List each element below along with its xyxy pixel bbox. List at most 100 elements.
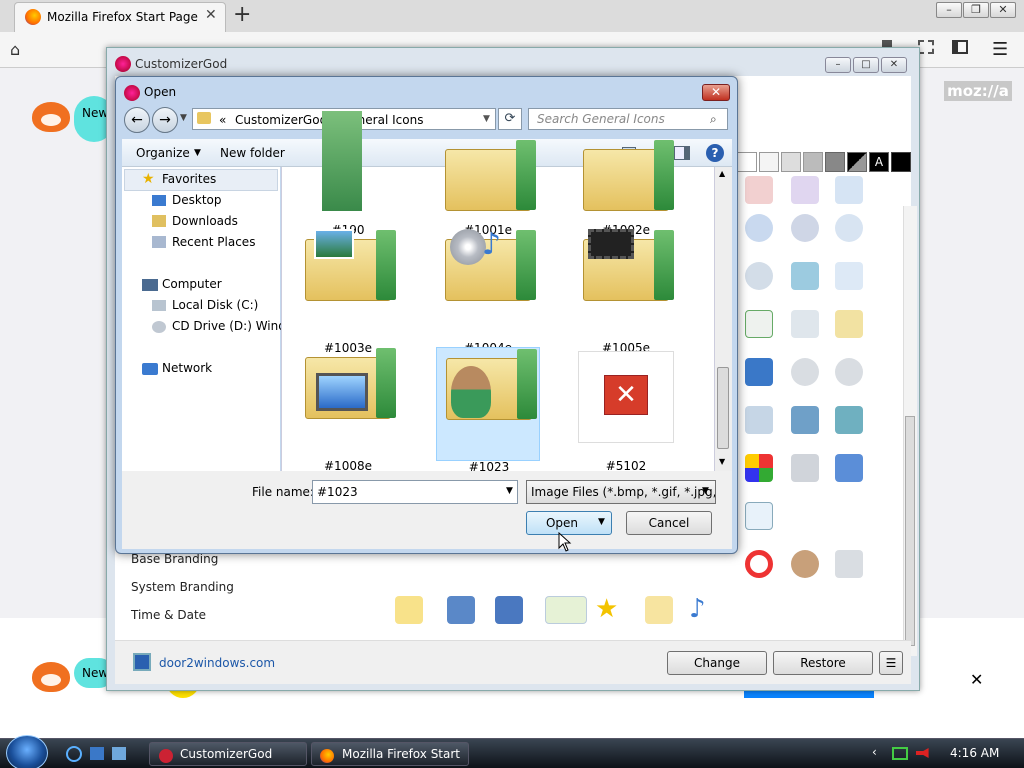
switch-windows-icon[interactable] — [112, 747, 126, 760]
icon-computer[interactable] — [447, 596, 475, 624]
file-list-scrollbar[interactable]: ▲ ▼ — [714, 167, 732, 471]
new-folder-button[interactable]: New folder — [220, 146, 285, 160]
icon-font[interactable] — [745, 176, 773, 204]
snippet-close-icon[interactable]: ✕ — [970, 670, 983, 689]
icon-laptop[interactable] — [745, 502, 773, 530]
icon-lock-network[interactable] — [835, 550, 863, 578]
icon-bookmark[interactable] — [645, 596, 673, 624]
icon-music[interactable]: ♪ — [689, 594, 706, 624]
icon-star[interactable]: ★ — [595, 594, 618, 624]
snippet-button[interactable] — [744, 690, 874, 698]
swatch-dark-grey[interactable] — [825, 152, 845, 172]
icon-opera-document[interactable] — [745, 310, 773, 338]
nav-computer[interactable]: Computer — [162, 277, 222, 291]
icon-help-disc[interactable] — [745, 262, 773, 290]
file-type-select[interactable]: Image Files (*.bmp, *.gif, *.jpg, — [526, 480, 716, 504]
help-icon[interactable]: ? — [706, 144, 724, 162]
icon-font-settings[interactable] — [791, 176, 819, 204]
clock[interactable]: 4:16 AM — [950, 746, 999, 760]
swatch-light[interactable] — [759, 152, 779, 172]
taskbar-item-firefox[interactable]: Mozilla Firefox Start ... — [311, 742, 469, 766]
breadcrumb-overflow[interactable]: « — [219, 113, 226, 127]
close-button[interactable]: ✕ — [990, 2, 1016, 18]
icon-dvd-r[interactable] — [791, 358, 819, 386]
icon-font-color[interactable] — [835, 176, 863, 204]
tray-chevron-icon[interactable]: ‹ — [872, 745, 877, 759]
scroll-down-icon[interactable]: ▼ — [719, 457, 725, 466]
icon-remote-display[interactable] — [835, 454, 863, 482]
minimize-button[interactable]: – — [936, 2, 962, 18]
nav-desktop[interactable]: Desktop — [172, 193, 222, 207]
tab-close-icon[interactable]: ✕ — [205, 7, 217, 23]
category-time-date[interactable]: Time & Date — [131, 608, 206, 622]
nav-recent-places[interactable]: Recent Places — [172, 235, 255, 249]
maximize-button[interactable]: ❐ — [963, 2, 989, 18]
file-item[interactable]: #1005e — [574, 229, 678, 355]
maximize-button[interactable]: □ — [853, 57, 879, 73]
swatch-white[interactable] — [737, 152, 757, 172]
nav-favorites[interactable]: Favorites — [162, 172, 216, 186]
icon-security-shield[interactable] — [745, 454, 773, 482]
icon-grid-scrollbar[interactable] — [903, 206, 917, 656]
category-system-branding[interactable]: System Branding — [131, 580, 234, 594]
file-name-dropdown-icon[interactable]: ▼ — [506, 486, 513, 496]
file-type-dropdown-icon[interactable]: ▼ — [702, 486, 709, 496]
new-tab-button[interactable]: + — [233, 2, 251, 27]
dialog-close-button[interactable]: ✕ — [702, 84, 730, 101]
menu-icon[interactable]: ☰ — [992, 39, 1008, 60]
icon-dvd-rw[interactable] — [835, 358, 863, 386]
scroll-up-icon[interactable]: ▲ — [719, 169, 725, 178]
file-item[interactable]: ♪ #1004e — [436, 227, 540, 355]
file-item[interactable]: #1001e — [436, 111, 540, 237]
icon-cd-audio[interactable] — [835, 214, 863, 242]
icon-user[interactable] — [791, 550, 819, 578]
menu-button[interactable]: ☰ — [879, 651, 903, 675]
icon-image[interactable] — [545, 596, 587, 624]
file-item[interactable]: #190 — [296, 111, 400, 237]
sidebar-icon[interactable] — [952, 40, 968, 54]
swatch-grey[interactable] — [803, 152, 823, 172]
icon-download-book[interactable] — [835, 406, 863, 434]
icon-printer-scan[interactable] — [791, 454, 819, 482]
cancel-button[interactable]: Cancel — [626, 511, 712, 535]
forward-arrow-icon[interactable]: → — [152, 107, 178, 133]
start-button[interactable] — [6, 735, 48, 768]
back-arrow-icon[interactable]: ← — [124, 107, 150, 133]
network-tray-icon[interactable] — [892, 747, 908, 760]
volume-tray-icon[interactable] — [916, 748, 929, 758]
scrollbar-thumb[interactable] — [717, 367, 729, 449]
organize-chevron-icon[interactable]: ▼ — [194, 148, 201, 158]
swatch-silver[interactable] — [781, 152, 801, 172]
open-split-chevron-icon[interactable]: ▼ — [598, 517, 605, 527]
icon-pages[interactable] — [835, 262, 863, 290]
file-name-input[interactable]: #1023 — [312, 480, 518, 504]
icon-no-entry[interactable] — [745, 550, 773, 578]
history-chevron-icon[interactable]: ▼ — [180, 113, 187, 123]
firefox-tab[interactable]: Mozilla Firefox Start Page ✕ — [14, 2, 226, 32]
swatch-black[interactable] — [891, 152, 911, 172]
swatch-mixed[interactable] — [847, 152, 867, 172]
nav-cd-drive[interactable]: CD Drive (D:) Windo — [172, 319, 293, 333]
icon-network-globe[interactable] — [791, 262, 819, 290]
show-desktop-icon[interactable] — [90, 747, 104, 760]
icon-settings-page[interactable] — [791, 310, 819, 338]
organize-button[interactable]: Organize — [136, 146, 190, 160]
icon-window-arrow[interactable] — [745, 358, 773, 386]
icon-dvd-audio[interactable] — [745, 214, 773, 242]
icon-pc-book[interactable] — [791, 406, 819, 434]
nav-local-disk[interactable]: Local Disk (C:) — [172, 298, 258, 312]
category-base-branding[interactable]: Base Branding — [131, 552, 218, 566]
change-button[interactable]: Change — [667, 651, 767, 675]
nav-network[interactable]: Network — [162, 361, 212, 375]
file-item[interactable]: ✕ #5102 — [574, 347, 678, 473]
ie-icon[interactable] — [66, 746, 82, 762]
file-item[interactable]: #1008e — [296, 347, 400, 473]
icon-network-pc[interactable] — [495, 596, 523, 624]
restore-button[interactable]: Restore — [773, 651, 873, 675]
swatch-text[interactable]: A — [869, 152, 889, 172]
nav-downloads[interactable]: Downloads — [172, 214, 238, 228]
scrollbar-thumb[interactable] — [905, 416, 915, 646]
close-button[interactable]: ✕ — [881, 57, 907, 73]
home-icon[interactable]: ⌂ — [10, 40, 20, 59]
icon-folder[interactable] — [835, 310, 863, 338]
